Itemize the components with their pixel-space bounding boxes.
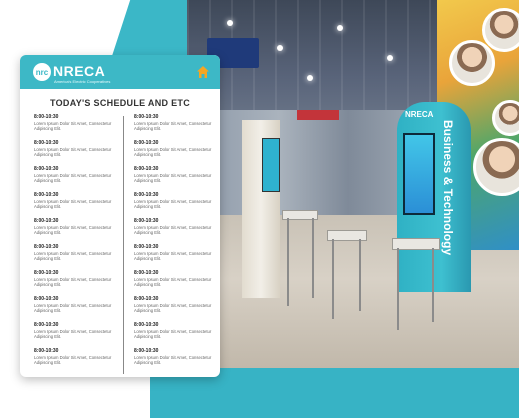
entry-description: Lorem Ipsum Dolor Sit Amet, Consectetur … [34, 355, 112, 366]
entry-description: Lorem Ipsum Dolor Sit Amet, Consectetur … [34, 147, 112, 158]
schedule-columns: 8:00-10:30 Lorem Ipsum Dolor Sit Amet, Co… [20, 114, 220, 374]
schedule-entry: 8:00-10:30 Lorem Ipsum Dolor Sit Amet, Co… [134, 140, 220, 166]
entry-description: Lorem Ipsum Dolor Sit Amet, Consectetur … [34, 121, 112, 132]
stool-leg [397, 248, 399, 330]
entry-description: Lorem Ipsum Dolor Sit Amet, Consectetur … [134, 355, 212, 366]
schedule-card: nrc NRECA America's Electric Cooperative… [20, 55, 220, 377]
entry-description: Lorem Ipsum Dolor Sit Amet, Consectetur … [34, 303, 112, 314]
schedule-entry: 8:00-10:30 Lorem Ipsum Dolor Sit Amet, Co… [134, 192, 220, 218]
stool-leg [287, 218, 289, 306]
home-icon[interactable] [196, 65, 210, 79]
ceiling-light [337, 25, 343, 31]
schedule-entry: 8:00-10:30 Lorem Ipsum Dolor Sit Amet, Co… [134, 322, 220, 348]
ceiling-light [307, 75, 313, 81]
entry-time: 8:00-10:30 [134, 114, 159, 120]
entry-time: 8:00-10:30 [34, 166, 59, 172]
schedule-entry: 8:00-10:30 Lorem Ipsum Dolor Sit Amet, Co… [34, 322, 120, 348]
logo-text: NRECA [53, 63, 106, 79]
entry-time: 8:00-10:30 [34, 114, 59, 120]
booth-photo: NRECA Business & Technology [187, 0, 519, 368]
schedule-column-right: 8:00-10:30 Lorem Ipsum Dolor Sit Amet, Co… [134, 114, 220, 374]
portrait-circle [449, 40, 495, 86]
entry-time: 8:00-10:30 [134, 166, 159, 172]
entry-description: Lorem Ipsum Dolor Sit Amet, Consectetur … [134, 199, 212, 210]
schedule-header: nrc NRECA America's Electric Cooperative… [20, 55, 220, 89]
schedule-entry: 8:00-10:30 Lorem Ipsum Dolor Sit Amet, Co… [134, 114, 220, 140]
entry-description: Lorem Ipsum Dolor Sit Amet, Consectetur … [134, 329, 212, 340]
tower-screen [403, 133, 435, 215]
tower-logo: NRECA [405, 110, 434, 119]
schedule-column-left: 8:00-10:30 Lorem Ipsum Dolor Sit Amet, Co… [34, 114, 120, 374]
schedule-entry: 8:00-10:30 Lorem Ipsum Dolor Sit Amet, Co… [134, 296, 220, 322]
entry-time: 8:00-10:30 [34, 140, 59, 146]
stool-leg [312, 218, 314, 298]
entry-time: 8:00-10:30 [134, 348, 159, 354]
entry-time: 8:00-10:30 [134, 322, 159, 328]
entry-time: 8:00-10:30 [34, 218, 59, 224]
entry-time: 8:00-10:30 [34, 244, 59, 250]
schedule-title: TODAY'S SCHEDULE AND ETC [49, 98, 191, 108]
schedule-entry: 8:00-10:30 Lorem Ipsum Dolor Sit Amet, Co… [34, 140, 120, 166]
entry-description: Lorem Ipsum Dolor Sit Amet, Consectetur … [134, 277, 212, 288]
entry-time: 8:00-10:30 [134, 296, 159, 302]
entry-description: Lorem Ipsum Dolor Sit Amet, Consectetur … [134, 225, 212, 236]
entry-description: Lorem Ipsum Dolor Sit Amet, Consectetur … [34, 173, 112, 184]
schedule-entry: 8:00-10:30 Lorem Ipsum Dolor Sit Amet, Co… [134, 270, 220, 296]
schedule-entry: 8:00-10:30 Lorem Ipsum Dolor Sit Amet, Co… [134, 244, 220, 270]
schedule-entry: 8:00-10:30 Lorem Ipsum Dolor Sit Amet, Co… [134, 218, 220, 244]
logo-tagline: America's Electric Cooperatives [54, 79, 111, 84]
schedule-entry: 8:00-10:30 Lorem Ipsum Dolor Sit Amet, Co… [34, 244, 120, 270]
entry-time: 8:00-10:30 [134, 192, 159, 198]
background-booths [187, 110, 417, 220]
schedule-entry: 8:00-10:30 Lorem Ipsum Dolor Sit Amet, Co… [134, 348, 220, 374]
entry-description: Lorem Ipsum Dolor Sit Amet, Consectetur … [134, 173, 212, 184]
entry-time: 8:00-10:30 [34, 296, 59, 302]
column-screen [262, 138, 280, 192]
ceiling-light [227, 20, 233, 26]
stool-leg [432, 248, 434, 322]
entry-description: Lorem Ipsum Dolor Sit Amet, Consectetur … [34, 199, 112, 210]
schedule-entry: 8:00-10:30 Lorem Ipsum Dolor Sit Amet, Co… [34, 114, 120, 140]
entry-description: Lorem Ipsum Dolor Sit Amet, Consectetur … [134, 121, 212, 132]
entry-time: 8:00-10:30 [34, 192, 59, 198]
entry-description: Lorem Ipsum Dolor Sit Amet, Consectetur … [134, 303, 212, 314]
schedule-entry: 8:00-10:30 Lorem Ipsum Dolor Sit Amet, Co… [34, 348, 120, 374]
schedule-entry: 8:00-10:30 Lorem Ipsum Dolor Sit Amet, Co… [34, 296, 120, 322]
entry-time: 8:00-10:30 [134, 140, 159, 146]
entry-time: 8:00-10:30 [134, 270, 159, 276]
entry-time: 8:00-10:30 [134, 244, 159, 250]
nreca-logo-icon: nrc [33, 63, 51, 81]
entry-description: Lorem Ipsum Dolor Sit Amet, Consectetur … [34, 225, 112, 236]
entry-description: Lorem Ipsum Dolor Sit Amet, Consectetur … [134, 251, 212, 262]
schedule-entry: 8:00-10:30 Lorem Ipsum Dolor Sit Amet, Co… [34, 166, 120, 192]
entry-description: Lorem Ipsum Dolor Sit Amet, Consectetur … [34, 251, 112, 262]
stool-leg [332, 239, 334, 319]
red-booth-sign [297, 110, 339, 120]
entry-time: 8:00-10:30 [34, 322, 59, 328]
tower-label: Business & Technology [441, 120, 455, 256]
column-divider [123, 116, 124, 374]
ceiling-light [277, 45, 283, 51]
schedule-entry: 8:00-10:30 Lorem Ipsum Dolor Sit Amet, Co… [134, 166, 220, 192]
entry-description: Lorem Ipsum Dolor Sit Amet, Consectetur … [134, 147, 212, 158]
schedule-entry: 8:00-10:30 Lorem Ipsum Dolor Sit Amet, Co… [34, 192, 120, 218]
entry-time: 8:00-10:30 [34, 348, 59, 354]
entry-time: 8:00-10:30 [134, 218, 159, 224]
schedule-entry: 8:00-10:30 Lorem Ipsum Dolor Sit Amet, Co… [34, 218, 120, 244]
ceiling-light [387, 55, 393, 61]
stool-leg [359, 239, 361, 311]
entry-time: 8:00-10:30 [34, 270, 59, 276]
schedule-entry: 8:00-10:30 Lorem Ipsum Dolor Sit Amet, Co… [34, 270, 120, 296]
portrait-circle [482, 8, 519, 52]
entry-description: Lorem Ipsum Dolor Sit Amet, Consectetur … [34, 329, 112, 340]
entry-description: Lorem Ipsum Dolor Sit Amet, Consectetur … [34, 277, 112, 288]
